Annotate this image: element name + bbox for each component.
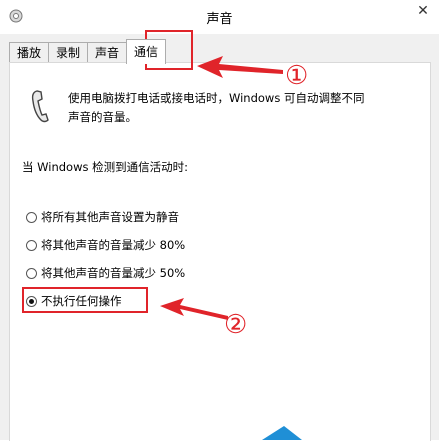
radio-button[interactable] [26, 239, 37, 251]
option-reduce-50[interactable]: 将其他声音的音量减少 50% [26, 265, 185, 281]
description-text: 使用电脑拨打电话或接电话时，Windows 可自动调整不同 声音的音量。 [68, 89, 388, 127]
watermark-fragment [262, 426, 302, 440]
tab-recording[interactable]: 录制 [48, 42, 89, 63]
title-bar: 声音 ✕ [0, 0, 439, 35]
description-line-1: 使用电脑拨打电话或接电话时，Windows 可自动调整不同 [68, 91, 365, 105]
arrow-annotation-2 [160, 298, 228, 320]
radio-button[interactable] [26, 267, 37, 279]
detect-label: 当 Windows 检测到通信活动时: [22, 160, 189, 174]
tab-strip: 播放 录制 声音 通信 [9, 39, 167, 64]
sound-dialog: 播放 录制 声音 通信 使用电脑拨打电话或接电话时，Windows 可自动调整不… [0, 34, 439, 441]
close-icon: ✕ [417, 3, 429, 19]
phone-handset-icon [31, 90, 49, 123]
arrow-annotation-1 [197, 56, 283, 78]
option-label: 将其他声音的音量减少 50% [41, 266, 186, 280]
marker-2: ② [224, 310, 248, 340]
marker-1: ① [285, 61, 309, 91]
window-title: 声音 [206, 12, 233, 27]
tab-communications[interactable]: 通信 [126, 39, 167, 64]
close-button[interactable]: ✕ [407, 0, 439, 22]
tab-playback[interactable]: 播放 [9, 42, 50, 63]
radio-button[interactable] [26, 211, 37, 223]
tab-sounds[interactable]: 声音 [87, 42, 128, 63]
option-label: 将所有其他声音设置为静音 [41, 210, 179, 224]
description-line-2: 声音的音量。 [68, 110, 137, 124]
communications-panel: 使用电脑拨打电话或接电话时，Windows 可自动调整不同 声音的音量。 当 W… [9, 62, 431, 441]
highlight-box-option [22, 287, 148, 313]
option-mute-all[interactable]: 将所有其他声音设置为静音 [26, 209, 179, 225]
option-label: 将其他声音的音量减少 80% [41, 238, 186, 252]
option-reduce-80[interactable]: 将其他声音的音量减少 80% [26, 237, 185, 253]
